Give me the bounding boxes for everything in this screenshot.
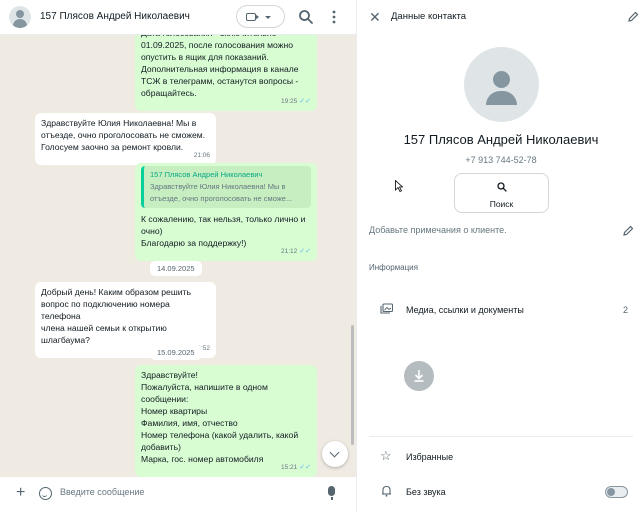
panel-title: Данные контакта: [391, 11, 467, 22]
chat-header[interactable]: 157 Плясов Андрей Николаевич: [0, 0, 356, 35]
contact-avatar[interactable]: [464, 47, 539, 122]
quoted-message[interactable]: 157 Плясов Андрей Николаевич Здравствуйт…: [141, 166, 311, 208]
message-input[interactable]: Введите сообщение: [60, 487, 144, 497]
search-icon: [497, 182, 507, 192]
mic-icon[interactable]: [328, 486, 335, 500]
message-text: Здравствуйте! Пожалуйста, напишите в одн…: [141, 370, 299, 464]
outgoing-message[interactable]: Дата голосования - включительно 01.09.20…: [135, 35, 317, 111]
message-time: 15:21 ✓✓: [280, 464, 311, 471]
avatar[interactable]: [9, 6, 31, 28]
message-time: 21:12 ✓✓: [280, 248, 311, 255]
outgoing-message[interactable]: Здравствуйте! Пожалуйста, напишите в одн…: [135, 365, 317, 477]
incoming-message[interactable]: Здравствуйте Юлия Николаевна! Мы в отъез…: [35, 113, 216, 165]
scroll-down-button[interactable]: [322, 441, 348, 467]
contact-phone: +7 913 744-52-78: [465, 155, 537, 165]
close-icon[interactable]: ✕: [369, 10, 381, 24]
message-time: 19:25 ✓✓: [280, 98, 311, 105]
scrollbar[interactable]: [351, 325, 354, 445]
search-icon[interactable]: [297, 8, 315, 26]
read-receipt-icon: ✓✓: [299, 464, 311, 471]
section-label: Информация: [369, 263, 418, 272]
date-divider: 15.09.2025: [150, 345, 202, 360]
message-time: 21:06: [193, 152, 210, 159]
read-receipt-icon: ✓✓: [299, 248, 311, 255]
star-icon: ☆: [380, 448, 392, 463]
media-links-docs-row[interactable]: Медиа, ссылки и документы: [406, 305, 524, 315]
chevron-down-icon: [265, 16, 271, 19]
quoted-author: 157 Плясов Андрей Николаевич: [150, 170, 263, 179]
message-text: Добрый день! Каким образом решить вопрос…: [41, 287, 191, 345]
quoted-text: Здравствуйте Юлия Николаевна! Мы в отъез…: [150, 182, 293, 203]
chat-title[interactable]: 157 Плясов Андрей Николаевич: [40, 11, 190, 22]
edit-icon[interactable]: [627, 11, 639, 23]
chat-pane: 157 Плясов Андрей Николаевич Дата голосо…: [0, 0, 356, 512]
emoji-icon[interactable]: [39, 487, 52, 500]
mute-row[interactable]: Без звука: [406, 487, 446, 497]
message-composer[interactable]: + Введите сообщение: [6, 479, 349, 508]
edit-note-icon[interactable]: [622, 225, 634, 237]
menu-icon[interactable]: [325, 8, 343, 26]
contact-info-pane: ✕ Данные контакта 157 Плясов Андрей Нико…: [356, 0, 644, 512]
favorites-row[interactable]: Избранные: [406, 452, 453, 462]
read-receipt-icon: ✓✓: [299, 98, 311, 105]
media-icon: [380, 303, 393, 314]
download-icon: [414, 370, 424, 382]
download-button[interactable]: [404, 361, 434, 391]
divider: [369, 436, 633, 437]
message-text: Здравствуйте Юлия Николаевна! Мы в отъез…: [41, 118, 206, 152]
notes-field[interactable]: Добавьте примечания о клиенте.: [369, 225, 507, 235]
plus-icon[interactable]: +: [16, 485, 25, 501]
outgoing-message[interactable]: 157 Плясов Андрей Николаевич Здравствуйт…: [135, 163, 317, 261]
message-text: К сожалению, так нельзя, только лично и …: [141, 214, 306, 248]
message-list[interactable]: Дата голосования - включительно 01.09.20…: [0, 35, 356, 477]
video-call-icon: [246, 13, 259, 21]
media-count: 2: [623, 305, 629, 315]
bell-icon: [382, 485, 391, 497]
contact-name: 157 Плясов Андрей Николаевич: [403, 132, 599, 147]
mouse-cursor-icon: [395, 180, 403, 192]
search-button-label: Поиск: [489, 199, 514, 209]
date-divider: 14.09.2025: [150, 261, 202, 276]
video-call-button[interactable]: [236, 5, 285, 28]
search-button[interactable]: Поиск: [454, 173, 549, 213]
message-text: Дата голосования - включительно 01.09.20…: [141, 35, 299, 98]
mute-toggle[interactable]: [605, 486, 628, 498]
